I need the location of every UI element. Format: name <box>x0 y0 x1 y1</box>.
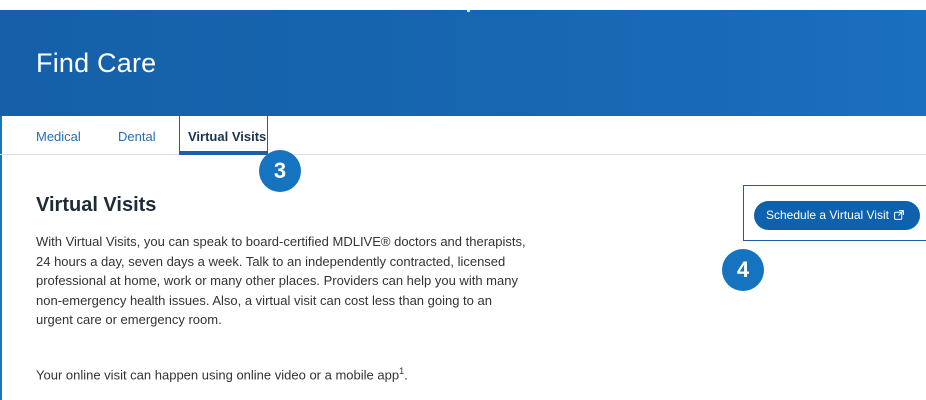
section-title: Virtual Visits <box>36 194 157 216</box>
header-mark <box>467 10 470 12</box>
page-header: Find Care <box>0 10 926 116</box>
tab-virtual-visits-label: Virtual Visits <box>188 129 267 144</box>
schedule-virtual-visit-button[interactable]: Schedule a Virtual Visit <box>754 201 920 230</box>
step-3-callout: 3 <box>259 150 301 192</box>
external-link-icon <box>894 210 904 220</box>
tab-virtual-visits[interactable]: Virtual Visits <box>179 116 268 152</box>
tab-medical[interactable]: Medical <box>36 129 81 144</box>
online-visit-text: Your online visit can happen using onlin… <box>36 366 408 382</box>
virtual-visits-description: With Virtual Visits, you can speak to bo… <box>36 234 526 327</box>
page-title: Find Care <box>36 48 157 78</box>
online-visit-period: . <box>404 367 408 383</box>
tab-dental[interactable]: Dental <box>118 129 156 144</box>
schedule-virtual-visit-label: Schedule a Virtual Visit <box>766 208 889 222</box>
care-tabs: Medical Dental Virtual Visits <box>0 116 926 155</box>
step-4-callout: 4 <box>722 249 764 291</box>
online-visit-sentence: Your online visit can happen using onlin… <box>36 367 400 383</box>
active-tab-indicator <box>179 152 268 155</box>
